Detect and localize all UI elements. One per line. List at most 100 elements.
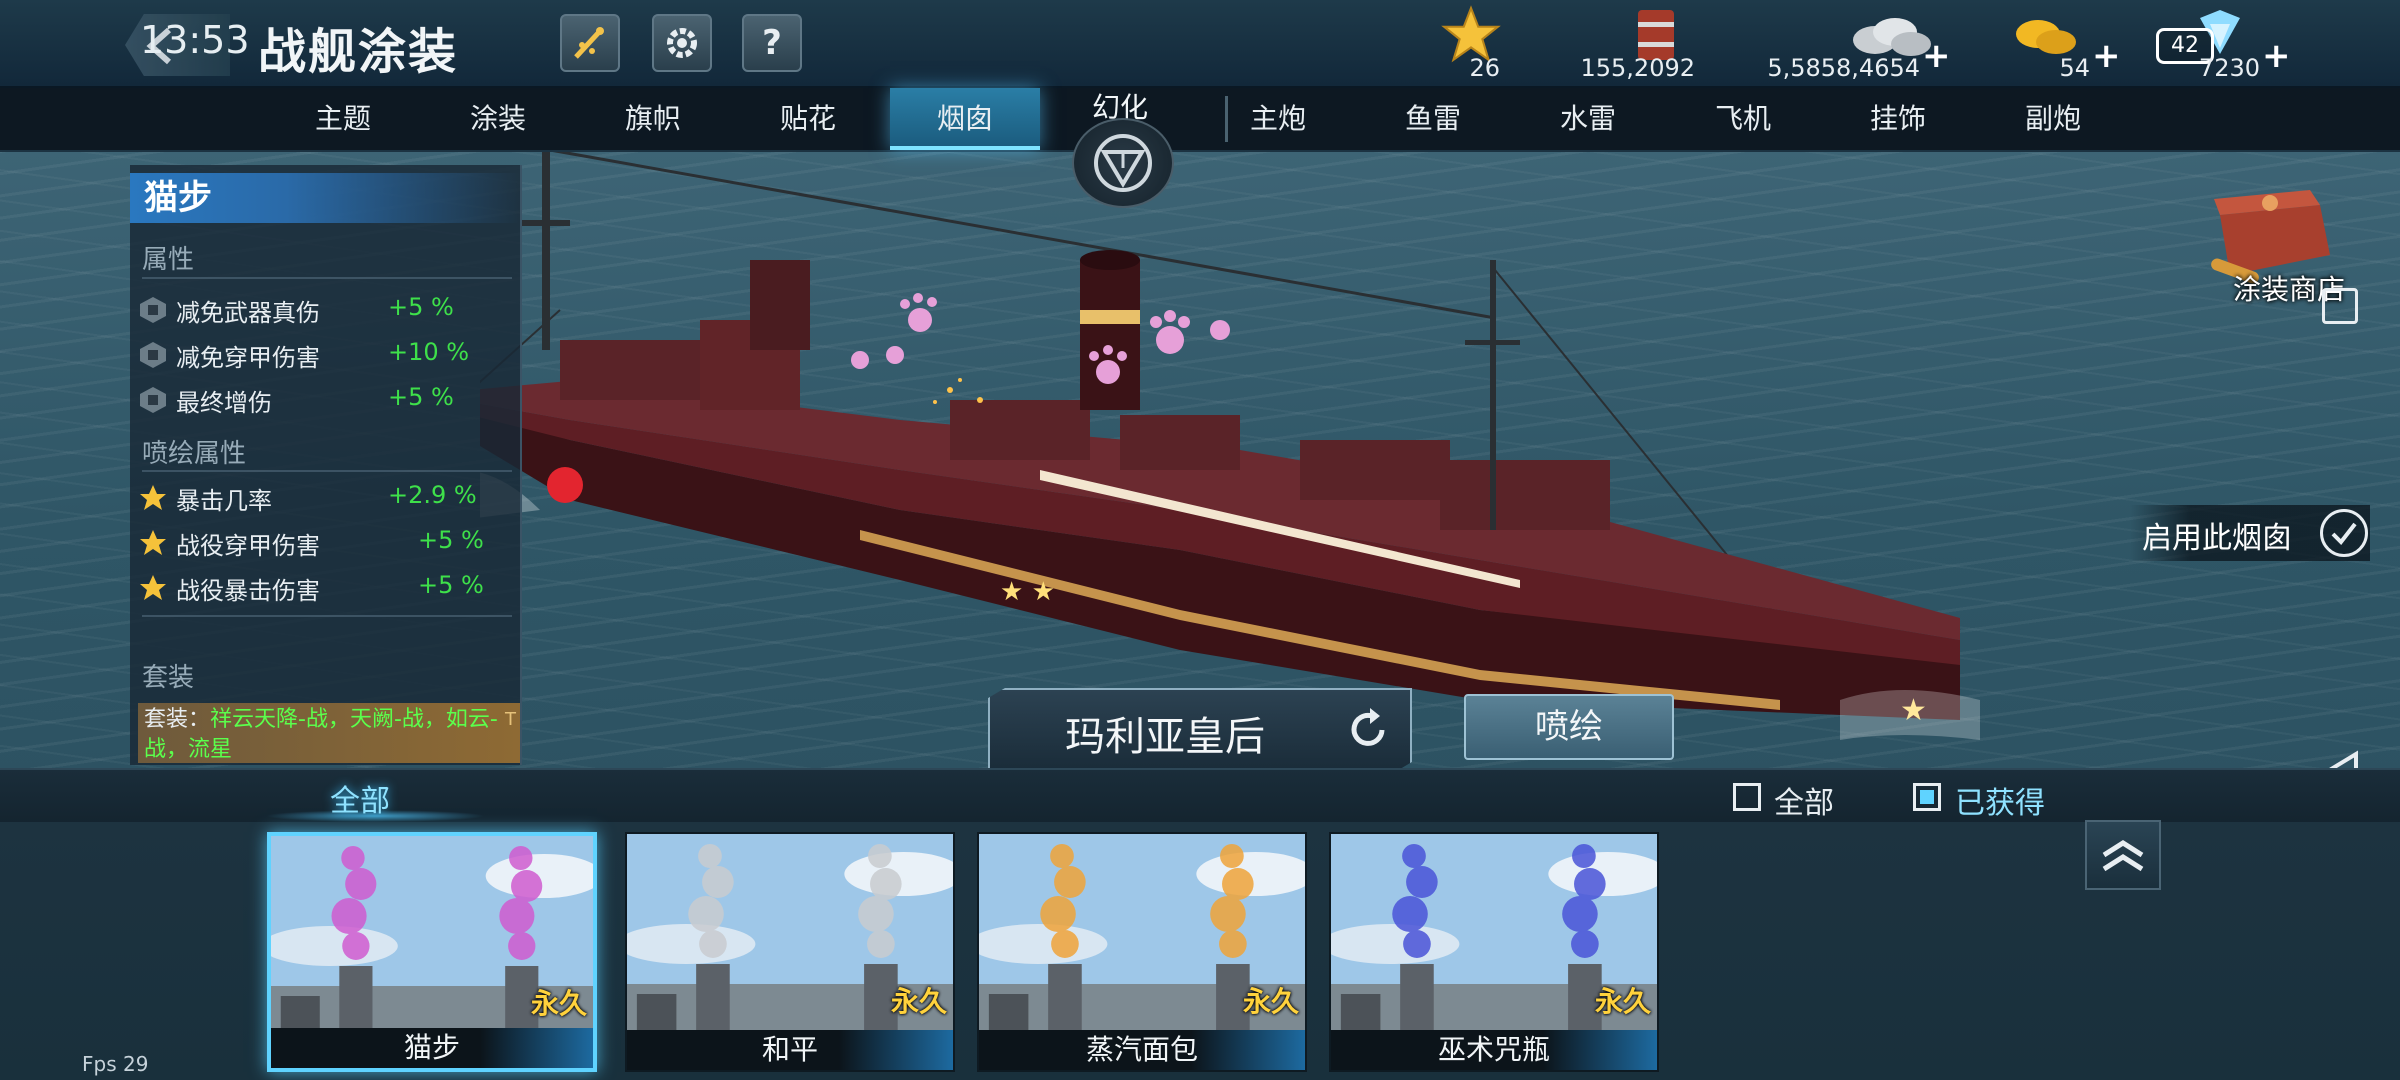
permanent-tag: 永久 <box>530 987 587 1020</box>
battleship-model[interactable]: ★ ★ ★ <box>480 140 2000 780</box>
filter-bar: 全部 全部 已获得 <box>0 768 2400 824</box>
skin-name: 猫步 <box>130 173 520 223</box>
attr-row: 减免武器真伤 +5 % <box>138 291 518 331</box>
skin-card[interactable]: 永久 和平 <box>625 832 955 1072</box>
set-bonus-box[interactable]: 套装：祥云天降-战，天阙-战，如云-战，流星 T <box>138 703 520 763</box>
skin-info-panel: 猫步 属性 减免武器真伤 +5 % 减免穿甲伤害 +10 % 最终增伤 +5 %… <box>130 165 522 765</box>
divider <box>142 277 512 279</box>
apply-check-icon <box>2320 509 2368 557</box>
star-icon <box>140 485 166 510</box>
transform-triangle-icon <box>1094 134 1152 192</box>
spray-attr-value: +5 % <box>418 526 484 554</box>
spray-attr-row: 战役暴击伤害 +5 % <box>138 569 518 609</box>
currency-silver-value: 5,5858,4654 <box>1767 54 1920 82</box>
square-nav-button[interactable] <box>2322 288 2358 324</box>
attr-row: 减免穿甲伤害 +10 % <box>138 336 518 376</box>
spray-attr-value: +5 % <box>418 571 484 599</box>
spray-attr-header: 喷绘属性 <box>142 439 247 469</box>
fireworks-button[interactable] <box>560 14 620 72</box>
top-bar: 13:53 战舰涂装 ? 26 155,2092 5,5858,4654 + 5… <box>0 0 2400 88</box>
currency-diamond-value: 7230 <box>2198 54 2260 82</box>
divider <box>142 615 512 617</box>
help-button[interactable]: ? <box>742 14 802 72</box>
svg-text:★ ★: ★ ★ <box>1000 577 1055 607</box>
page-title: 战舰涂装 <box>258 24 459 80</box>
checkbox-all-label[interactable]: 全部 <box>1774 778 1834 822</box>
currency-oil[interactable]: 155,2092 <box>1580 4 1695 84</box>
spray-attr-label: 暴击几率 <box>176 487 272 515</box>
apply-funnel-label: 启用此烟囱 <box>2142 521 2292 556</box>
settings-button[interactable] <box>652 14 712 72</box>
ship-name: 玛利亚皇后 <box>1065 714 1265 760</box>
spray-attr-label: 战役暴击伤害 <box>176 577 320 605</box>
gold-add-button[interactable]: + <box>2092 36 2121 76</box>
shield-icon <box>140 297 166 323</box>
tab-ornament[interactable]: 挂饰 <box>1823 88 1973 150</box>
collapse-button[interactable] <box>2085 820 2161 890</box>
attr-row: 最终增伤 +5 % <box>138 381 518 421</box>
currency-silver[interactable]: 5,5858,4654 <box>1767 4 1931 84</box>
gear-icon <box>667 28 697 58</box>
currency-gold-value: 54 <box>2059 54 2090 82</box>
tab-aircraft[interactable]: 飞机 <box>1668 88 1818 150</box>
card-name: 蒸汽面包 <box>979 1030 1305 1070</box>
checkbox-owned[interactable] <box>1913 783 1941 811</box>
transform-button[interactable] <box>1072 118 1174 208</box>
ship-name-selector[interactable]: 玛利亚皇后 <box>988 688 1412 772</box>
attr-value: +5 % <box>388 383 454 411</box>
spray-attr-label: 战役穿甲伤害 <box>176 532 320 560</box>
tab-decal[interactable]: 贴花 <box>733 88 883 150</box>
tab-secondary-gun[interactable]: 副炮 <box>1978 88 2128 150</box>
card-name: 和平 <box>627 1030 953 1070</box>
category-tabs: 主题 涂装 旗帜 贴花 烟囱 主炮 鱼雷 水雷 飞机 挂饰 副炮 <box>0 88 2400 152</box>
currency-star-value: 26 <box>1469 54 1500 82</box>
attr-label: 减免武器真伤 <box>176 299 320 327</box>
tab-paint[interactable]: 涂装 <box>423 88 573 150</box>
refresh-icon[interactable] <box>1342 704 1394 756</box>
attr-header: 属性 <box>142 245 195 275</box>
tab-flag[interactable]: 旗帜 <box>578 88 728 150</box>
skin-card[interactable]: 永久 猫步 <box>267 832 597 1072</box>
card-name: 巫术咒瓶 <box>1331 1030 1657 1070</box>
spray-button[interactable]: 喷绘 <box>1464 694 1674 760</box>
checkbox-owned-label[interactable]: 已获得 <box>1955 778 2045 822</box>
silver-add-button[interactable]: + <box>1922 36 1951 76</box>
currency-star[interactable]: 26 <box>1440 4 1501 84</box>
permanent-tag: 永久 <box>1242 985 1299 1018</box>
set-prefix: 套装： <box>144 707 211 732</box>
shield-icon <box>140 342 166 368</box>
tab-torpedo[interactable]: 鱼雷 <box>1358 88 1508 150</box>
shield-icon <box>140 387 166 413</box>
skin-card[interactable]: 永久 巫术咒瓶 <box>1329 832 1659 1072</box>
tab-theme[interactable]: 主题 <box>268 88 418 150</box>
spray-attr-row: 战役穿甲伤害 +5 % <box>138 524 518 564</box>
fireworks-icon <box>574 27 604 59</box>
currency-gold[interactable]: 54 <box>2000 4 2090 84</box>
attr-label: 减免穿甲伤害 <box>176 344 320 372</box>
status-clock: 13:53 <box>140 18 250 62</box>
tab-mine[interactable]: 水雷 <box>1513 88 1663 150</box>
permanent-tag: 永久 <box>1594 985 1651 1018</box>
currency-diamond[interactable]: 42 7230 <box>2150 4 2260 84</box>
spray-attr-value: +2.9 % <box>388 481 477 509</box>
permanent-tag: 永久 <box>890 985 947 1018</box>
fps-counter: Fps 29 <box>82 1052 149 1076</box>
divider <box>142 470 512 472</box>
attr-value: +10 % <box>388 338 470 366</box>
set-tag: T <box>505 709 516 730</box>
checkbox-all[interactable] <box>1733 783 1761 811</box>
attr-value: +5 % <box>388 293 454 321</box>
diamond-add-button[interactable]: + <box>2262 36 2291 76</box>
tab-main-gun[interactable]: 主炮 <box>1203 88 1353 150</box>
skin-card[interactable]: 永久 蒸汽面包 <box>977 832 1307 1072</box>
attr-label: 最终增伤 <box>176 389 272 417</box>
apply-funnel-toggle[interactable]: 启用此烟囱 <box>2130 505 2370 561</box>
star-icon <box>140 575 166 600</box>
set-header: 套装 <box>142 663 195 693</box>
currency-oil-value: 155,2092 <box>1580 54 1695 82</box>
tab-funnel[interactable]: 烟囱 <box>890 88 1040 150</box>
category-all-tab[interactable]: 全部 <box>330 776 390 820</box>
card-name: 猫步 <box>271 1028 593 1068</box>
star-icon <box>140 530 166 555</box>
chevron-double-up-icon <box>2102 840 2144 872</box>
